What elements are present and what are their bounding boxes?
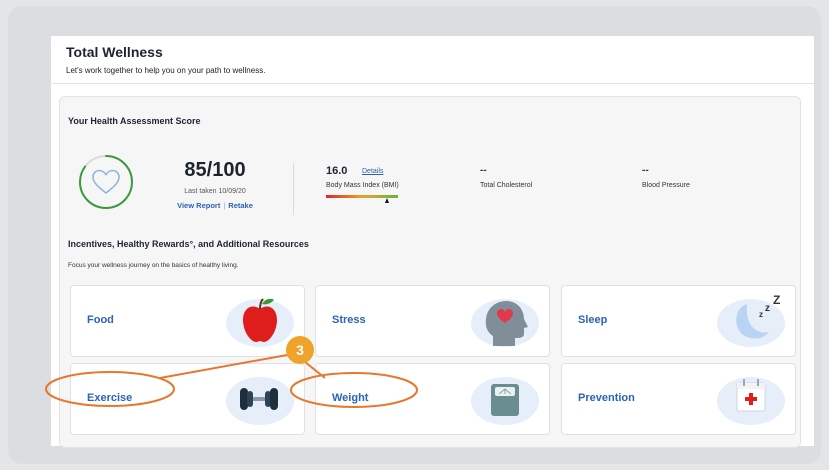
food-card[interactable]: Food	[70, 285, 305, 357]
scale-icon	[461, 368, 547, 430]
svg-text:Z: Z	[773, 293, 780, 307]
total-wellness-page: Total Wellness Let's work together to he…	[51, 36, 814, 448]
exercise-card[interactable]: Exercise	[70, 363, 305, 435]
bmi-details-link[interactable]: Details	[362, 168, 383, 175]
header-divider	[51, 83, 814, 84]
prevention-card[interactable]: Prevention	[561, 363, 796, 435]
heart-score-ring	[77, 153, 135, 211]
food-card-label: Food	[87, 314, 114, 326]
wellness-panel: Your Health Assessment Score 85/100 Last…	[59, 96, 801, 448]
heart-icon	[92, 169, 120, 195]
moon-zzz-icon: z z Z	[707, 290, 793, 352]
cholesterol-value: --	[480, 165, 487, 176]
bmi-label: Body Mass Index (BMI)	[326, 182, 399, 189]
callout-badge: 3	[286, 336, 314, 364]
svg-text:z: z	[765, 303, 770, 314]
sleep-card-label: Sleep	[578, 314, 608, 326]
exercise-card-label: Exercise	[87, 392, 133, 404]
svg-text:z: z	[759, 310, 763, 319]
head-heart-icon	[461, 290, 547, 352]
retake-link[interactable]: Retake	[228, 201, 253, 210]
view-report-link[interactable]: View Report	[177, 201, 220, 210]
assessment-links: View Report | Retake	[160, 201, 270, 210]
health-score: 85/100	[184, 159, 246, 181]
stress-card[interactable]: Stress	[315, 285, 550, 357]
metrics-divider	[293, 163, 294, 215]
weight-card[interactable]: Weight	[315, 363, 550, 435]
last-taken-date: Last taken 10/09/20	[184, 188, 246, 195]
sleep-card[interactable]: Sleep z z Z	[561, 285, 796, 357]
page-title: Total Wellness	[66, 44, 163, 60]
stress-card-label: Stress	[332, 314, 366, 326]
prevention-card-label: Prevention	[578, 392, 635, 404]
cholesterol-label: Total Cholesterol	[480, 182, 533, 189]
resources-heading: Incentives, Healthy Rewards°, and Additi…	[68, 239, 309, 249]
calendar-medical-icon	[707, 368, 793, 430]
blood-pressure-label: Blood Pressure	[642, 182, 690, 189]
health-assessment-heading: Your Health Assessment Score	[68, 116, 201, 126]
resources-subtitle: Focus your wellness journey on the basic…	[68, 262, 239, 269]
dumbbell-icon	[216, 368, 302, 430]
blood-pressure-value: --	[642, 165, 649, 176]
page-subtitle: Let's work together to help you on your …	[66, 66, 266, 75]
bmi-marker-icon	[385, 198, 389, 203]
screenshot-frame: Total Wellness Let's work together to he…	[8, 6, 821, 464]
bmi-value: 16.0	[326, 165, 348, 177]
weight-card-label: Weight	[332, 392, 369, 404]
